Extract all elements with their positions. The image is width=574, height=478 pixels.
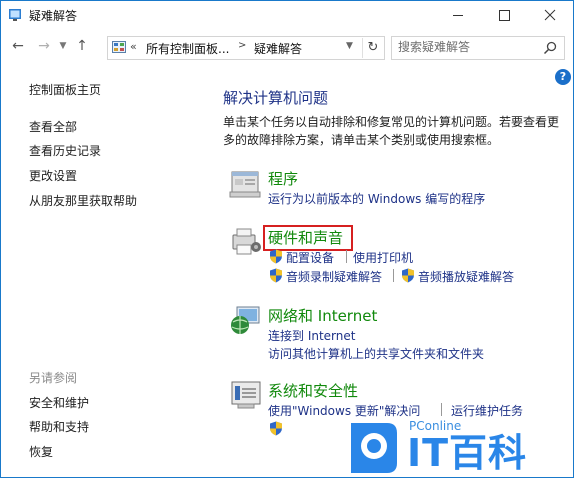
configure-device-link[interactable]: 配置设备 — [286, 249, 334, 266]
network-icon[interactable] — [229, 303, 263, 337]
arrow-right-icon: → — [38, 38, 50, 54]
view-history-link[interactable]: 查看历史记录 — [29, 142, 101, 159]
run-maintenance-link[interactable]: 运行维护任务 — [451, 402, 523, 419]
refresh-icon: ↻ — [367, 40, 379, 55]
see-also-header: 另请参阅 — [29, 371, 78, 385]
breadcrumb-overflow[interactable]: « — [130, 40, 137, 53]
search-box[interactable] — [391, 36, 565, 60]
category-programs[interactable]: 程序 — [268, 168, 298, 189]
shield-icon — [270, 421, 282, 436]
windows-update-link[interactable]: 使用"Windows 更新"解决问 — [268, 402, 420, 419]
view-all-link[interactable]: 查看全部 — [29, 118, 77, 135]
breadcrumb-all-control-panel[interactable]: 所有控制面板... — [146, 40, 229, 57]
forward-button[interactable]: → — [35, 37, 53, 55]
search-icon[interactable] — [542, 40, 558, 56]
shared-folders-link[interactable]: 访问其他计算机上的共享文件夹和文件夹 — [268, 345, 484, 362]
page-title: 解决计算机问题 — [223, 89, 329, 107]
maximize-button[interactable] — [481, 1, 527, 29]
help-support-link[interactable]: 帮助和支持 — [29, 418, 89, 435]
programs-icon[interactable] — [229, 167, 263, 201]
change-settings-link[interactable]: 更改设置 — [29, 167, 77, 184]
breadcrumb-separator[interactable]: > — [238, 40, 246, 51]
connect-internet-link[interactable]: 连接到 Internet — [268, 327, 355, 344]
watermark-text: IT百科 — [407, 431, 528, 475]
control-panel-window: 疑难解答 ← → ▼ ↑ « 所有控制面板... > 疑难解答 ▼ ↻ 搜索疑难… — [0, 0, 574, 478]
link-divider — [346, 250, 347, 263]
page-description: 单击某个任务以自动排除和修复常见的计算机问题。若要查看更多的故障排除方案，请单击… — [223, 115, 560, 147]
breadcrumb-troubleshooting[interactable]: 疑难解答 — [254, 40, 302, 57]
refresh-button[interactable]: ↻ — [362, 38, 383, 58]
title-bar: 疑难解答 — [1, 1, 573, 29]
shield-icon — [270, 268, 282, 283]
chevron-down-icon: ▼ — [59, 41, 67, 51]
link-divider — [441, 403, 442, 416]
close-icon — [544, 9, 556, 21]
category-system-security[interactable]: 系统和安全性 — [268, 380, 358, 401]
window-title: 疑难解答 — [29, 9, 78, 23]
category-network-internet[interactable]: 网络和 Internet — [268, 305, 377, 326]
category-hardware-sound[interactable]: 硬件和声音 — [268, 227, 343, 248]
help-button[interactable]: ? — [555, 69, 571, 85]
hardware-sound-icon[interactable] — [229, 225, 263, 259]
back-button[interactable]: ← — [9, 37, 27, 55]
address-dropdown-icon[interactable]: ▼ — [346, 41, 353, 51]
control-panel-icon — [112, 41, 126, 53]
security-maintenance-link[interactable]: 安全和维护 — [29, 394, 89, 411]
troubleshooting-app-icon — [9, 9, 21, 21]
shield-icon — [270, 249, 282, 264]
system-security-icon[interactable] — [229, 379, 263, 413]
audio-recording-troubleshooter-link[interactable]: 音频录制疑难解答 — [286, 268, 382, 285]
control-panel-home-link[interactable]: 控制面板主页 — [29, 81, 101, 98]
audio-playback-troubleshooter-link[interactable]: 音频播放疑难解答 — [418, 268, 514, 285]
close-button[interactable] — [527, 1, 573, 29]
search-input[interactable] — [398, 40, 538, 54]
arrow-left-icon: ← — [12, 38, 24, 54]
link-divider — [393, 269, 394, 282]
address-bar[interactable]: « 所有控制面板... > 疑难解答 ▼ ↻ — [107, 36, 385, 60]
get-help-from-friend-link[interactable]: 从朋友那里获取帮助 — [29, 192, 137, 209]
arrow-up-icon: ↑ — [76, 38, 88, 54]
run-older-programs-link[interactable]: 运行为以前版本的 Windows 编写的程序 — [268, 190, 485, 207]
question-icon: ? — [559, 70, 567, 83]
pconline-logo-icon — [351, 423, 397, 473]
navigation-bar: ← → ▼ ↑ « 所有控制面板... > 疑难解答 ▼ ↻ — [1, 29, 573, 65]
minimize-button[interactable] — [435, 1, 481, 29]
use-printer-link[interactable]: 使用打印机 — [353, 249, 413, 266]
recent-locations-button[interactable]: ▼ — [57, 37, 69, 55]
shield-icon — [402, 268, 414, 283]
up-button[interactable]: ↑ — [73, 37, 91, 55]
recovery-link[interactable]: 恢复 — [29, 443, 53, 460]
